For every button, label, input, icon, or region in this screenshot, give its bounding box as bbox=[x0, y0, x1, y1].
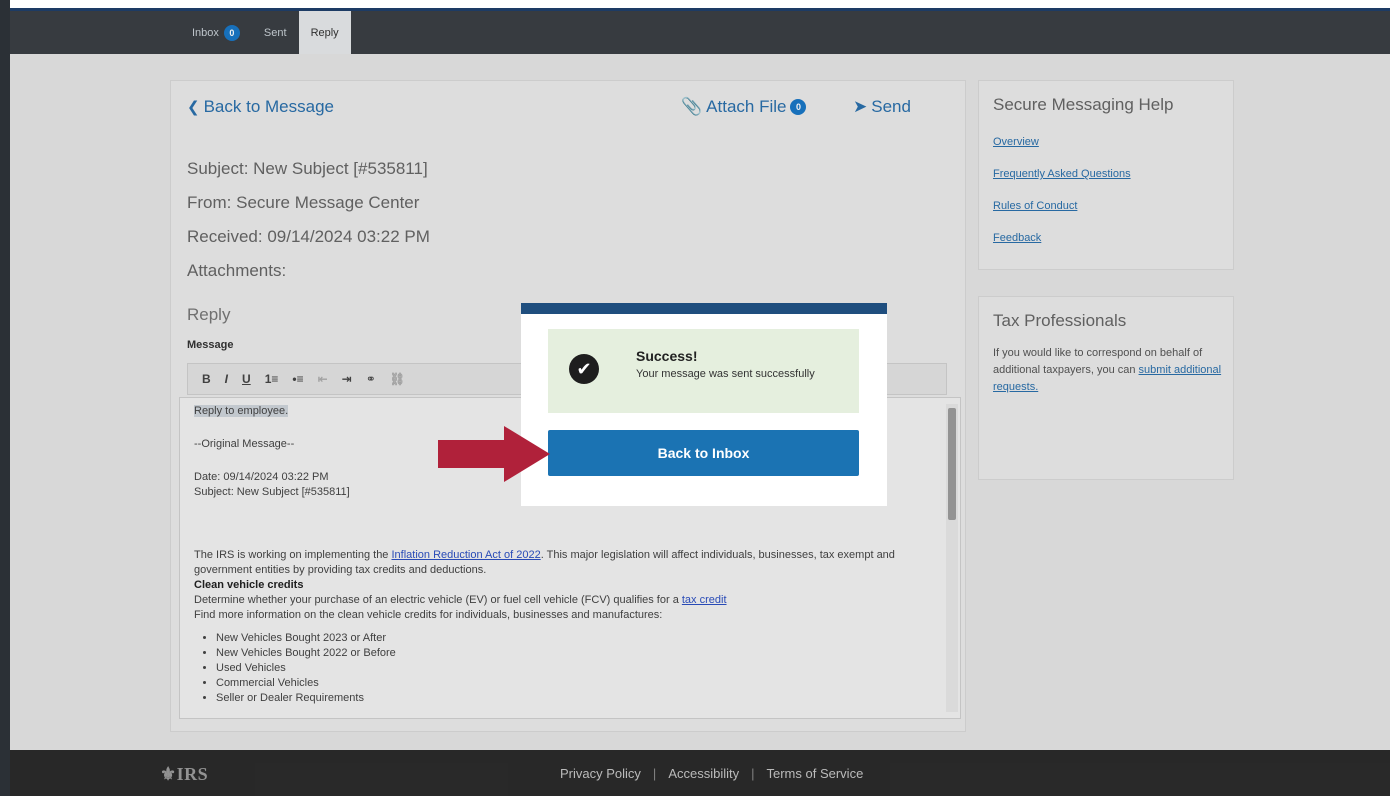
window-frame-left bbox=[0, 0, 10, 796]
checkmark-icon: ✔ bbox=[569, 354, 599, 384]
window-frame-top bbox=[0, 0, 1390, 8]
success-message: Your message was sent successfully bbox=[636, 368, 815, 380]
back-to-inbox-button[interactable]: Back to Inbox bbox=[548, 430, 859, 476]
success-modal: ✔ Success! Your message was sent success… bbox=[521, 303, 887, 506]
success-title: Success! bbox=[636, 348, 698, 364]
success-alert: ✔ Success! Your message was sent success… bbox=[548, 329, 859, 413]
red-arrow-icon bbox=[438, 426, 550, 482]
